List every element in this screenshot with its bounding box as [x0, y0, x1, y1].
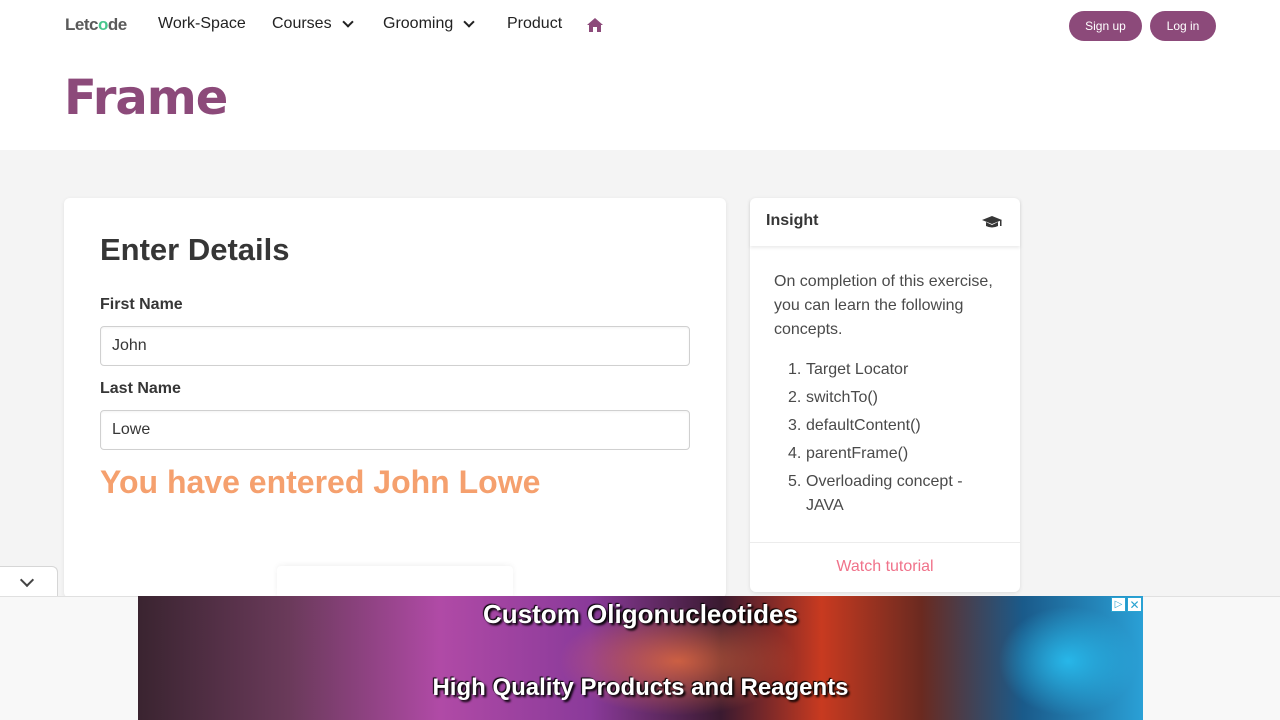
watch-tutorial-link[interactable]: Watch tutorial [836, 558, 933, 576]
entered-name-result: You have entered John Lowe [100, 464, 541, 500]
ad-info-icon[interactable]: ▷ [1111, 597, 1126, 612]
list-item: 2. switchTo() [788, 389, 879, 406]
last-name-label: Last Name [100, 380, 181, 397]
form-title: Enter Details [100, 232, 290, 267]
letcode-logo[interactable]: Letcode [65, 15, 127, 35]
nav-courses-dropdown[interactable]: Courses [272, 15, 354, 33]
list-item: 1. Target Locator [788, 361, 909, 378]
ad-headline: Custom Oligonucleotides [483, 599, 798, 629]
graduation-cap-icon [982, 216, 1002, 228]
insight-card: Insight On completion of this exercise, … [750, 198, 1020, 592]
signup-button[interactable]: Sign up [1069, 11, 1142, 41]
insight-header: Insight [750, 198, 1020, 246]
list-item: 5. Overloading concept - JAVA [788, 473, 963, 514]
list-item: 3. defaultContent() [788, 417, 921, 434]
page-title: Frame [64, 70, 228, 126]
insight-description: On completion of this exercise, you can … [774, 273, 993, 338]
first-name-label: First Name [100, 296, 183, 313]
chevron-down-icon [19, 572, 35, 588]
nav-work-space[interactable]: Work-Space [158, 15, 246, 33]
navbar: Letcode Work-Space Courses Grooming Prod… [0, 0, 1280, 52]
home-icon[interactable] [586, 17, 604, 33]
chevron-down-icon [463, 15, 475, 28]
first-name-input[interactable] [100, 326, 690, 366]
ad-collapse-toggle[interactable] [0, 566, 58, 596]
nav-product[interactable]: Product [507, 15, 562, 33]
last-name-input[interactable] [100, 410, 690, 450]
ad-close-icon[interactable]: ✕ [1127, 597, 1142, 612]
nav-grooming-dropdown[interactable]: Grooming [383, 15, 475, 33]
inner-frame [277, 566, 513, 598]
list-item: 4. parentFrame() [788, 445, 909, 462]
insight-footer: Watch tutorial [750, 542, 1020, 592]
insight-title: Insight [766, 212, 819, 229]
ad-banner[interactable]: Custom Oligonucleotides High Quality Pro… [138, 596, 1143, 720]
login-button[interactable]: Log in [1150, 11, 1216, 41]
details-frame-card: Enter Details First Name Last Name You h… [64, 198, 726, 598]
chevron-down-icon [341, 15, 354, 28]
concept-list: 1. Target Locator 2. switchTo() 3. defaultC… [774, 358, 994, 522]
ad-subline: High Quality Products and Reagents [432, 674, 849, 701]
